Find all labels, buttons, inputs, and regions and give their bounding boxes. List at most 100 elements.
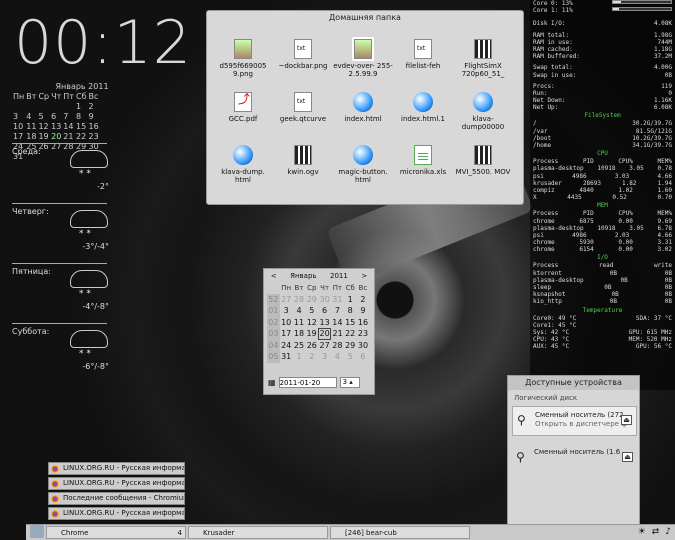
calendar-day[interactable]: 30 xyxy=(318,294,331,306)
text-file-icon xyxy=(294,39,312,59)
device-action[interactable]: Открыть в диспетчере ф xyxy=(535,420,627,428)
file-item[interactable]: MVI_5500. MOV xyxy=(453,145,513,176)
calendar-day[interactable]: 24 xyxy=(280,340,293,352)
calendar-day[interactable]: 1 xyxy=(293,351,306,363)
calendar-day[interactable]: 19 xyxy=(305,328,318,340)
weekday-header: Пт xyxy=(332,283,343,292)
monitor-stat-row: Procs: 119 xyxy=(533,82,672,90)
file-item[interactable]: filelist-feh xyxy=(393,39,453,70)
calendar-day[interactable]: 4 xyxy=(293,305,306,317)
calendar-day[interactable]: 8 xyxy=(344,305,357,317)
device-item[interactable]: ⚲ Сменный носитель (272 Открыть в диспет… xyxy=(512,406,637,436)
year-label[interactable]: 2011 xyxy=(330,272,348,280)
calendar-day[interactable]: 6 xyxy=(318,305,331,317)
taskbar-task-terminal[interactable]: [246] bear-cub xyxy=(330,526,470,539)
calendar-day[interactable]: 2 xyxy=(305,351,318,363)
file-item[interactable]: kwin.ogv xyxy=(273,145,333,176)
process-row: plasma-desktop 0B 0B xyxy=(533,276,672,284)
eject-icon[interactable]: ⏏ xyxy=(621,415,632,425)
calendar-day[interactable]: 28 xyxy=(293,294,306,306)
calendar-day[interactable]: 3 xyxy=(318,351,331,363)
cpu-bar xyxy=(612,0,672,4)
snowflake-icon: * * xyxy=(79,289,91,299)
chrome-window-button[interactable]: LINUX.ORG.RU - Русская информа xyxy=(48,462,185,475)
file-item[interactable]: micronika.xls xyxy=(393,145,453,176)
monitor-stat-row: Swap total: 4.00G xyxy=(533,64,672,72)
device-item[interactable]: ⚲ Сменный носитель (1.6 ⏏ xyxy=(512,444,637,474)
file-item[interactable]: klava-dump. html xyxy=(213,145,273,184)
notification-icon[interactable]: ☀ xyxy=(638,527,646,537)
device-notifier-popup: Доступные устройства Логический диск ⚲ С… xyxy=(507,375,640,525)
file-item[interactable]: index.html xyxy=(333,92,393,123)
kde-menu-button[interactable] xyxy=(30,525,44,538)
file-item[interactable]: klava- dump00000 xyxy=(453,92,513,131)
file-item[interactable]: evdev-over- 255-2.5.99.9 xyxy=(333,39,393,78)
calendar-day[interactable]: 28 xyxy=(331,340,344,352)
calendar-day[interactable]: 2 xyxy=(357,294,370,306)
calendar-day[interactable]: 31 xyxy=(331,294,344,306)
calendar-day[interactable]: 29 xyxy=(305,294,318,306)
file-item[interactable]: FlightSimX 720p60_51_ xyxy=(453,39,513,78)
calendar-day[interactable]: 22 xyxy=(344,328,357,340)
file-item[interactable]: GCC.pdf xyxy=(213,92,273,123)
calendar-day[interactable]: 5 xyxy=(344,351,357,363)
file-name: kwin.ogv xyxy=(287,168,319,176)
week-number: 02 xyxy=(267,316,280,328)
calendar-day[interactable]: 26 xyxy=(305,340,318,352)
file-item[interactable]: d595f669005 9.png xyxy=(213,39,273,78)
calendar-icon[interactable]: ▦ xyxy=(268,378,276,387)
calendar-day[interactable]: 15 xyxy=(344,317,357,329)
calendar-day[interactable]: 9 xyxy=(357,305,370,317)
calendar-day[interactable]: 6 xyxy=(357,351,370,363)
chrome-window-button[interactable]: Последние сообщения - Chromium xyxy=(48,492,185,505)
volume-icon[interactable]: ♪ xyxy=(665,527,671,537)
calendar-day[interactable]: 17 xyxy=(280,328,293,340)
calendar-day[interactable]: 7 xyxy=(331,305,344,317)
html-file-icon xyxy=(473,92,493,112)
file-item[interactable]: geek.qtcurve xyxy=(273,92,333,123)
network-icon[interactable]: ⇄ xyxy=(652,527,660,537)
calendar-day[interactable]: 18 xyxy=(293,328,306,340)
week-number: 03 xyxy=(267,328,280,340)
calendar-day[interactable]: 13 xyxy=(318,317,331,329)
calendar-day[interactable]: 16 xyxy=(357,317,370,329)
calendar-day[interactable]: 31 xyxy=(280,351,293,363)
calendar-day[interactable]: 4 xyxy=(331,351,344,363)
file-name: GCC.pdf xyxy=(228,115,258,123)
calendar-day[interactable]: 1 xyxy=(344,294,357,306)
calendar-day[interactable]: 11 xyxy=(293,317,306,329)
taskbar-task-chrome[interactable]: Chrome 4 xyxy=(46,526,186,539)
calendar-day[interactable]: 30 xyxy=(357,340,370,352)
prev-month-button[interactable]: < xyxy=(271,272,277,280)
file-name: ~dockbar.png xyxy=(278,62,328,70)
next-month-button[interactable]: > xyxy=(361,272,367,280)
calendar-day[interactable]: 5 xyxy=(305,305,318,317)
html-file-icon xyxy=(353,92,373,112)
file-item[interactable]: ~dockbar.png xyxy=(273,39,333,70)
file-item[interactable]: magic-button. html xyxy=(333,145,393,184)
month-label[interactable]: Январь xyxy=(290,272,316,280)
calendar-day: 1 xyxy=(75,101,82,111)
eject-icon[interactable]: ⏏ xyxy=(622,452,633,462)
chrome-window-button[interactable]: LINUX.ORG.RU - Русская информа xyxy=(48,507,185,520)
calendar-day[interactable]: 20 xyxy=(317,327,332,340)
calendar-day[interactable]: 27 xyxy=(318,340,331,352)
calendar-day[interactable]: 10 xyxy=(280,317,293,329)
snow-cloud-icon xyxy=(70,270,108,288)
calendar-day[interactable]: 21 xyxy=(331,328,344,340)
calendar-popup[interactable]: < Январь 2011 > Пн Вт Ср Чт Пт Сб Вс 52 27 28 29 30… xyxy=(263,268,375,395)
home-folder-window[interactable]: Домашняя папка d595f669005 9.png ~dockbar… xyxy=(206,10,524,205)
file-item[interactable]: index.html.1 xyxy=(393,92,453,123)
calendar-day[interactable]: 27 xyxy=(280,294,293,306)
calendar-day[interactable]: 23 xyxy=(357,328,370,340)
calendar-day[interactable]: 3 xyxy=(280,305,293,317)
taskbar-task-krusader[interactable]: Krusader xyxy=(188,526,328,539)
calendar-day[interactable]: 14 xyxy=(331,317,344,329)
calendar-day[interactable]: 25 xyxy=(293,340,306,352)
date-input[interactable] xyxy=(278,377,337,388)
calendar-day[interactable]: 12 xyxy=(305,317,318,329)
calendar-day[interactable]: 29 xyxy=(344,340,357,352)
device-name: Сменный носитель (272 xyxy=(535,411,624,419)
chrome-window-button[interactable]: LINUX.ORG.RU - Русская информа xyxy=(48,477,185,490)
week-spinbox[interactable]: 3 ▴ xyxy=(339,377,360,388)
